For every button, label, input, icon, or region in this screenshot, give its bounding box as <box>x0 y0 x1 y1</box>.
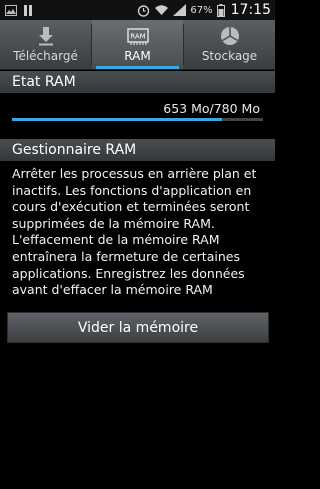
download-arrow-icon <box>38 26 54 46</box>
tab-label: RAM <box>124 49 151 63</box>
ram-chip-text: RAM <box>130 32 145 40</box>
battery-percent: 67% <box>190 4 213 16</box>
tab-bar: Téléchargé RAM RAM Stockage <box>0 20 275 70</box>
section-header-ram-manager: Gestionnaire RAM <box>0 139 275 161</box>
signal-icon <box>173 4 187 16</box>
ram-usage-bar-fill <box>12 118 223 121</box>
tab-stockage[interactable]: Stockage <box>184 20 275 69</box>
pie-chart-icon <box>220 26 240 46</box>
status-bar: 67% 17:15 <box>0 0 275 20</box>
pause-icon <box>23 4 33 16</box>
tab-ram[interactable]: RAM RAM <box>92 20 183 69</box>
ram-usage-bar <box>12 118 263 121</box>
image-icon <box>5 4 17 16</box>
battery-icon <box>216 3 225 17</box>
tab-label: Téléchargé <box>13 49 78 63</box>
wifi-icon <box>154 4 169 16</box>
ram-usage-text: 653 Mo/780 Mo <box>163 101 260 116</box>
alarm-icon <box>137 4 150 17</box>
section-header-ram-state: Etat RAM <box>0 71 275 93</box>
ram-chip-icon: RAM <box>126 26 150 46</box>
tab-telecharge[interactable]: Téléchargé <box>0 20 91 69</box>
clear-memory-button[interactable]: Vider la mémoire <box>7 312 269 343</box>
ram-manager-description: Arrêter les processus en arrière plan et… <box>12 166 257 298</box>
tab-label: Stockage <box>201 49 258 63</box>
clock: 17:15 <box>230 2 271 18</box>
ram-usage: 653 Mo/780 Mo <box>0 96 275 136</box>
